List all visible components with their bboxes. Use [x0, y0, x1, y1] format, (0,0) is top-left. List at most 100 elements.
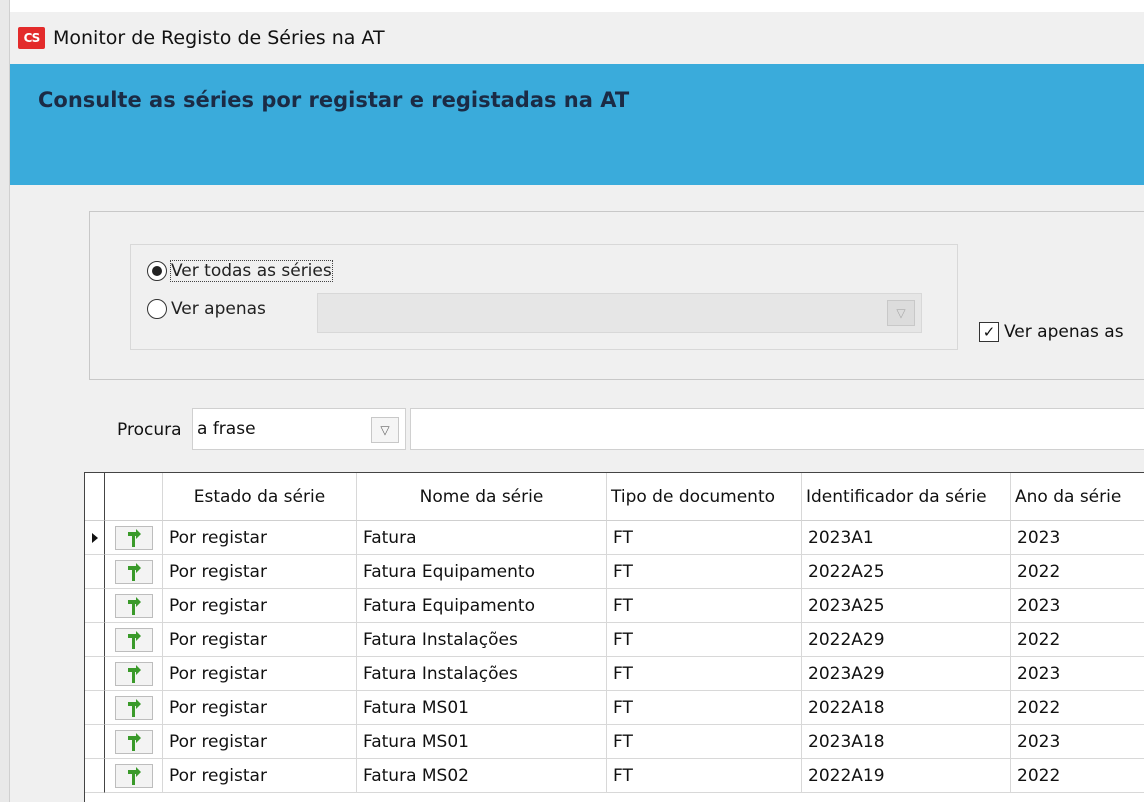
register-button[interactable]	[114, 661, 153, 686]
cell-action	[105, 759, 163, 793]
series-filter-group: Ver todas as séries Ver apenas ▽	[130, 244, 958, 350]
table-row[interactable]: Por registar Fatura MS01 FT 2023A18 2023	[85, 725, 1144, 759]
register-button[interactable]	[114, 695, 153, 720]
cell-action	[105, 521, 163, 555]
cell-doc-type[interactable]: FT	[607, 657, 802, 691]
cell-identifier[interactable]: 2023A25	[802, 589, 1011, 623]
column-header-name[interactable]: Nome da série	[357, 473, 607, 521]
cell-identifier[interactable]: 2022A25	[802, 555, 1011, 589]
cell-doc-type[interactable]: FT	[607, 725, 802, 759]
cell-identifier[interactable]: 2023A29	[802, 657, 1011, 691]
radio-only-button[interactable]	[147, 299, 167, 319]
checkbox-filter[interactable]: ✓ Ver apenas as	[979, 322, 1124, 342]
cell-doc-type[interactable]: FT	[607, 589, 802, 623]
cell-name[interactable]: Fatura MS01	[357, 725, 607, 759]
radio-all-series[interactable]: Ver todas as séries	[147, 260, 333, 282]
cell-identifier[interactable]: 2022A19	[802, 759, 1011, 793]
column-header-doc-type[interactable]: Tipo de documento	[607, 473, 802, 521]
banner-title: Consulte as séries por registar e regist…	[38, 88, 630, 112]
cell-year[interactable]: 2022	[1011, 691, 1144, 725]
radio-all-button[interactable]	[147, 261, 167, 281]
checkbox-label[interactable]: Ver apenas as	[1004, 322, 1124, 342]
cell-status[interactable]: Por registar	[163, 691, 357, 725]
row-selector[interactable]	[85, 589, 105, 623]
row-selector[interactable]	[85, 759, 105, 793]
radio-only-series[interactable]: Ver apenas	[147, 299, 266, 319]
table-row[interactable]: Por registar Fatura MS02 FT 2022A19 2022	[85, 759, 1144, 793]
register-icon	[127, 766, 141, 785]
register-button[interactable]	[114, 763, 153, 788]
search-input[interactable]	[410, 408, 1144, 450]
table-row[interactable]: Por registar Fatura FT 2023A1 2023	[85, 521, 1144, 555]
cell-name[interactable]: Fatura Instalações	[357, 657, 607, 691]
column-header-identifier[interactable]: Identificador da série	[802, 473, 1011, 521]
cell-year[interactable]: 2023	[1011, 657, 1144, 691]
column-header-year[interactable]: Ano da série	[1011, 473, 1144, 521]
cell-identifier[interactable]: 2023A1	[802, 521, 1011, 555]
column-header-status[interactable]: Estado da série	[163, 473, 357, 521]
cell-year[interactable]: 2022	[1011, 759, 1144, 793]
cell-status[interactable]: Por registar	[163, 555, 357, 589]
series-only-combo: ▽	[317, 293, 922, 333]
register-icon	[127, 630, 141, 649]
row-selector[interactable]	[85, 623, 105, 657]
cell-doc-type[interactable]: FT	[607, 521, 802, 555]
register-icon	[127, 698, 141, 717]
cell-year[interactable]: 2023	[1011, 725, 1144, 759]
cell-year[interactable]: 2022	[1011, 555, 1144, 589]
cell-doc-type[interactable]: FT	[607, 623, 802, 657]
cell-status[interactable]: Por registar	[163, 589, 357, 623]
chevron-down-icon[interactable]: ▽	[371, 417, 399, 443]
column-header-action[interactable]	[105, 473, 163, 521]
title-bar: CS Monitor de Registo de Séries na AT	[10, 12, 1144, 64]
cell-year[interactable]: 2023	[1011, 589, 1144, 623]
app-logo-icon: CS	[18, 27, 45, 49]
cell-name[interactable]: Fatura MS01	[357, 691, 607, 725]
row-selector[interactable]	[85, 691, 105, 725]
cell-doc-type[interactable]: FT	[607, 555, 802, 589]
cell-status[interactable]: Por registar	[163, 623, 357, 657]
cell-status[interactable]: Por registar	[163, 725, 357, 759]
register-button[interactable]	[114, 525, 153, 550]
cell-name[interactable]: Fatura Instalações	[357, 623, 607, 657]
cell-name[interactable]: Fatura Equipamento	[357, 589, 607, 623]
filter-panel: Ver todas as séries Ver apenas ▽ ✓ Ver a…	[89, 211, 1144, 380]
register-button[interactable]	[114, 559, 153, 584]
cell-doc-type[interactable]: FT	[607, 691, 802, 725]
cell-status[interactable]: Por registar	[163, 657, 357, 691]
cell-status[interactable]: Por registar	[163, 521, 357, 555]
checkbox-box[interactable]: ✓	[979, 322, 999, 342]
cell-status[interactable]: Por registar	[163, 759, 357, 793]
cell-identifier[interactable]: 2023A18	[802, 725, 1011, 759]
chevron-down-icon: ▽	[887, 300, 915, 326]
radio-only-label[interactable]: Ver apenas	[171, 299, 266, 319]
table-row[interactable]: Por registar Fatura Equipamento FT 2022A25 2…	[85, 555, 1144, 589]
cell-doc-type[interactable]: FT	[607, 759, 802, 793]
cell-name[interactable]: Fatura Equipamento	[357, 555, 607, 589]
register-button[interactable]	[114, 729, 153, 754]
cell-name[interactable]: Fatura	[357, 521, 607, 555]
cell-identifier[interactable]: 2022A29	[802, 623, 1011, 657]
cell-year[interactable]: 2023	[1011, 521, 1144, 555]
cell-action	[105, 623, 163, 657]
cell-year[interactable]: 2022	[1011, 623, 1144, 657]
cell-identifier[interactable]: 2022A18	[802, 691, 1011, 725]
row-selector[interactable]	[85, 725, 105, 759]
register-icon	[127, 596, 141, 615]
row-selector[interactable]	[85, 521, 105, 555]
table-row[interactable]: Por registar Fatura Equipamento FT 2023A25 2…	[85, 589, 1144, 623]
register-button[interactable]	[114, 627, 153, 652]
table-row[interactable]: Por registar Fatura Instalações FT 2023A29 2…	[85, 657, 1144, 691]
row-selector[interactable]	[85, 657, 105, 691]
search-mode-select[interactable]: a frase ▽	[192, 408, 406, 450]
radio-all-label[interactable]: Ver todas as séries	[170, 260, 333, 282]
register-button[interactable]	[114, 593, 153, 618]
header-banner: Consulte as séries por registar e regist…	[10, 64, 1144, 185]
radio-selected-dot	[152, 266, 162, 276]
cell-name[interactable]: Fatura MS02	[357, 759, 607, 793]
table-row[interactable]: Por registar Fatura Instalações FT 2022A29 2…	[85, 623, 1144, 657]
table-row[interactable]: Por registar Fatura MS01 FT 2022A18 2022	[85, 691, 1144, 725]
outer-left-edge	[0, 0, 10, 802]
row-selector[interactable]	[85, 555, 105, 589]
current-row-arrow-icon	[91, 532, 98, 543]
